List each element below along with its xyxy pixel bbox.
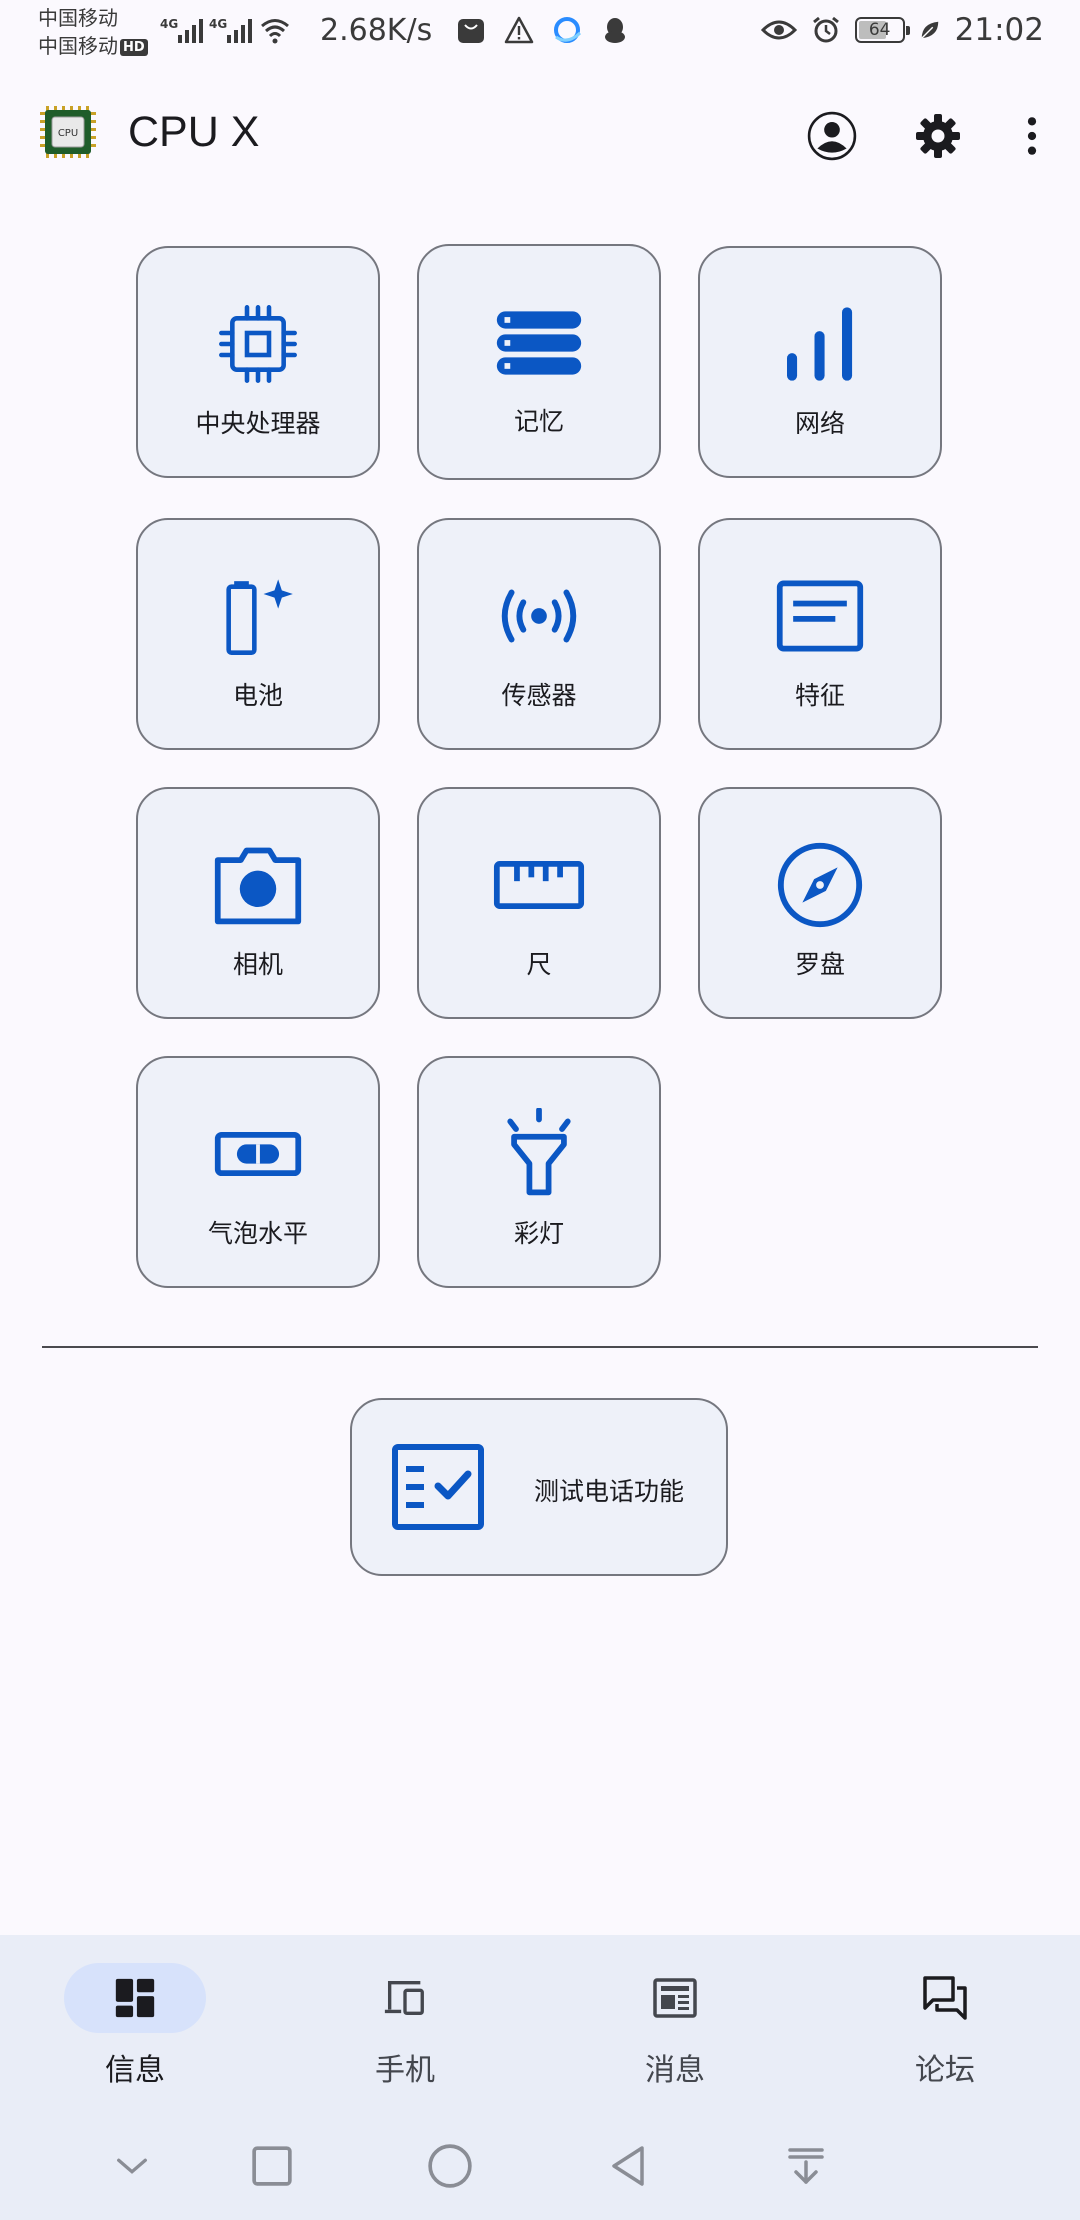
tile-label: 彩灯 [513, 1219, 564, 1248]
app-logo: CPU [40, 106, 96, 158]
nav-label: 手机 [375, 2053, 435, 2088]
camera-icon [214, 847, 302, 925]
huawei-store-icon [458, 19, 485, 43]
tile-label: 中央处理器 [195, 409, 321, 438]
network-signal-icon [787, 307, 853, 381]
clock: 21:02 [954, 12, 1044, 48]
tile-cpu[interactable]: 中央处理器 [136, 246, 380, 478]
app-bar: CPU CPU X [0, 96, 1080, 176]
dashboard-icon [115, 1978, 155, 2018]
app-title: CPU X [128, 108, 260, 156]
tile-label: 尺 [526, 950, 552, 979]
nav-news[interactable]: 消息 [595, 1963, 755, 2113]
more-options-button[interactable] [1004, 108, 1060, 164]
warning-icon [504, 16, 534, 44]
tile-battery[interactable]: 电池 [136, 518, 380, 750]
tile-bubble-level[interactable]: 气泡水平 [136, 1056, 380, 1288]
sensors-icon [501, 589, 577, 643]
tile-sensors[interactable]: 传感器 [417, 518, 661, 750]
notification-pull-button[interactable] [778, 2138, 834, 2194]
tile-features[interactable]: 特征 [698, 518, 942, 750]
forum-icon [923, 1976, 967, 2020]
qq-icon [605, 18, 626, 43]
hide-chevron-icon [117, 2158, 147, 2174]
tile-compass[interactable]: 罗盘 [698, 787, 942, 1019]
recents-icon [252, 2146, 292, 2186]
tile-label: 气泡水平 [207, 1219, 308, 1248]
tile-label: 传感器 [501, 681, 577, 710]
tile-label: 相机 [232, 950, 283, 979]
nav-info[interactable]: 信息 [55, 1963, 215, 2113]
network-speed: 2.68K/s [320, 12, 433, 48]
tile-network[interactable]: 网络 [698, 246, 942, 478]
compass-icon [777, 842, 863, 928]
signal-icon: 4G [160, 17, 203, 43]
tile-label: 记忆 [513, 407, 564, 436]
browser-icon [554, 17, 582, 43]
checklist-icon [392, 1444, 484, 1530]
nav-label: 消息 [645, 2053, 705, 2088]
ruler-icon [493, 861, 585, 909]
battery-icon [226, 579, 293, 655]
back-icon [612, 2146, 644, 2186]
back-button[interactable] [600, 2138, 656, 2194]
account-button[interactable] [804, 108, 860, 164]
news-icon [653, 1978, 697, 2018]
more-vert-icon [1027, 117, 1037, 155]
app-logo-text: CPU [58, 128, 78, 139]
recents-button[interactable] [244, 2138, 300, 2194]
nav-label: 论坛 [915, 2053, 975, 2088]
devices-icon [384, 1980, 424, 2016]
hide-nav-button[interactable] [104, 2138, 160, 2194]
tile-label: 罗盘 [794, 950, 845, 979]
battery-level: 64 [868, 20, 891, 40]
nav-label: 信息 [105, 2053, 165, 2088]
notification-pull-icon [788, 2148, 824, 2184]
signal-icon: 4G [209, 17, 252, 43]
account-icon [807, 111, 857, 161]
nav-phone[interactable]: 手机 [325, 1963, 485, 2113]
status-bar: 中国移动 中国移动 HD 4G 4G 2.68K/s 64 21:02 [0, 0, 1080, 62]
battery-icon: 64 [854, 17, 910, 43]
eye-icon [760, 20, 797, 40]
test-phone-label: 测试电话功能 [534, 1477, 685, 1506]
carrier-2: 中国移动 [38, 34, 118, 58]
nav-indicator [64, 1963, 206, 2033]
tile-label: 网络 [794, 409, 845, 438]
nav-forum[interactable]: 论坛 [865, 1963, 1025, 2113]
memory-icon [496, 311, 582, 375]
flashlight-icon [507, 1108, 571, 1196]
tile-camera[interactable]: 相机 [136, 787, 380, 1019]
tile-label: 特征 [794, 681, 845, 710]
cpu-icon [219, 305, 297, 383]
carrier-info: 中国移动 中国移动 HD [38, 4, 148, 60]
tile-ruler[interactable]: 尺 [417, 787, 661, 1019]
bubble-level-icon [214, 1131, 302, 1177]
wifi-icon [261, 19, 289, 44]
home-button[interactable] [422, 2138, 478, 2194]
carrier-1: 中国移动 [38, 6, 118, 30]
tile-flashlight[interactable]: 彩灯 [417, 1056, 661, 1288]
test-phone-button[interactable]: 测试电话功能 [350, 1398, 728, 1576]
home-icon [428, 2144, 472, 2188]
features-icon [776, 580, 864, 652]
section-divider [42, 1346, 1038, 1348]
tile-label: 电池 [232, 681, 283, 710]
alarm-icon [812, 16, 839, 43]
system-navigation-bar [0, 2130, 1080, 2200]
hd-badge: HD [120, 39, 148, 56]
settings-button[interactable] [910, 108, 966, 164]
leaf-icon [920, 21, 938, 39]
settings-icon [916, 114, 960, 158]
tile-memory[interactable]: 记忆 [417, 244, 661, 480]
